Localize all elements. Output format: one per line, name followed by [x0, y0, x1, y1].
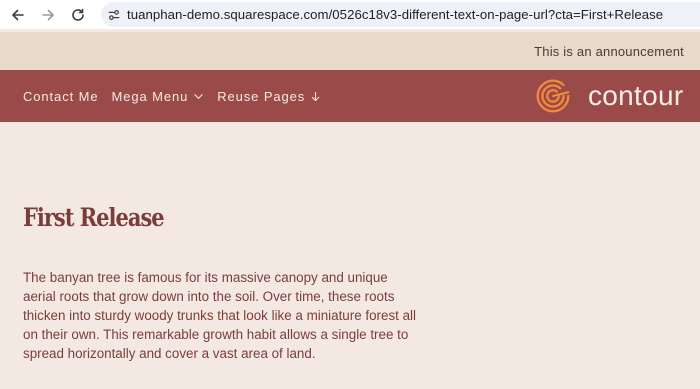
forward-button[interactable] [33, 0, 63, 29]
announcement-text[interactable]: This is an announcement [534, 44, 684, 59]
announcement-bar: This is an announcement [0, 32, 700, 70]
logo-wordmark: contour [588, 80, 684, 111]
nav-item-label: Mega Menu [111, 88, 189, 104]
site-info-icon [108, 9, 120, 20]
arrow-left-icon [12, 9, 24, 20]
address-bar[interactable]: tuanphan-demo.squarespace.com/0526c18v3-… [101, 2, 700, 27]
reload-icon [72, 8, 84, 21]
nav-item-contact-me[interactable]: Contact Me [23, 89, 98, 104]
chevron-down-icon [193, 91, 204, 102]
browser-toolbar: tuanphan-demo.squarespace.com/0526c18v3-… [0, 0, 700, 29]
main-navigation: Contact Me Mega Menu Reuse Pages [23, 70, 334, 122]
site-logo[interactable]: contour [530, 70, 684, 122]
back-button[interactable] [3, 0, 33, 29]
site-header: Contact Me Mega Menu Reuse Pages contour [0, 70, 700, 122]
arrow-right-icon [42, 9, 54, 20]
contour-logo-icon [530, 73, 576, 119]
page-title: First Release [23, 203, 165, 232]
site-info-button[interactable] [101, 2, 127, 27]
url-text[interactable]: tuanphan-demo.squarespace.com/0526c18v3-… [127, 7, 663, 22]
nav-item-mega-menu[interactable]: Mega Menu [111, 89, 204, 104]
nav-item-reuse-pages[interactable]: Reuse Pages [217, 89, 321, 104]
arrow-down-icon [310, 91, 321, 102]
nav-item-label: Contact Me [23, 88, 99, 104]
reload-button[interactable] [63, 0, 93, 29]
body-paragraph: The banyan tree is famous for its massiv… [23, 270, 416, 361]
nav-item-label: Reuse Pages [217, 88, 306, 104]
